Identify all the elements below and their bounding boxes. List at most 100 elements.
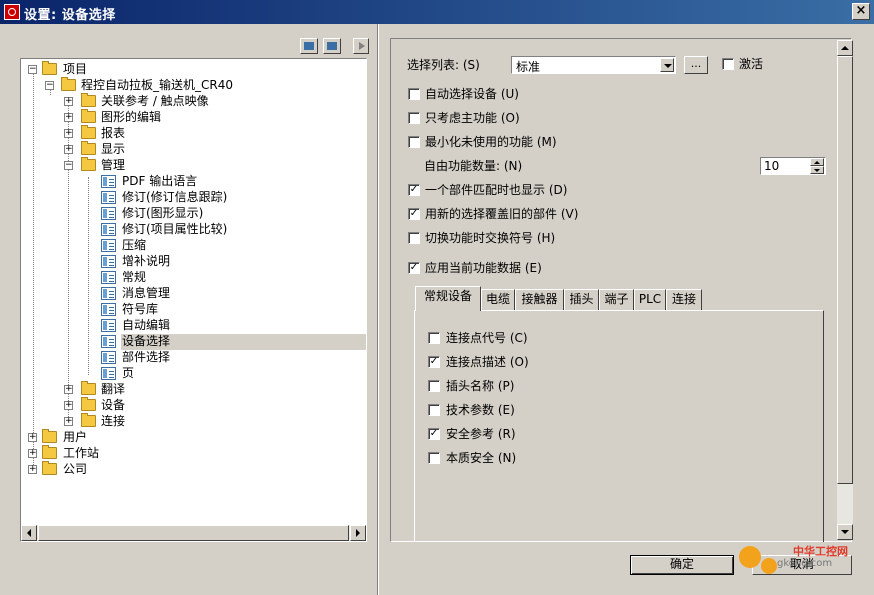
window-title: 设置: 设备选择	[24, 8, 116, 23]
scroll-left-button[interactable]	[21, 525, 37, 541]
expand-icon[interactable]: +	[64, 385, 73, 394]
tree-item-display[interactable]: + 显示	[21, 141, 366, 157]
app-icon	[4, 4, 20, 20]
settings-page-icon	[101, 271, 116, 284]
tree-item-device-selection[interactable]: 设备选择	[21, 333, 366, 349]
plug-name-checkbox[interactable]	[428, 380, 440, 392]
tree-item-pdf-language[interactable]: PDF 输出语言	[21, 173, 366, 189]
tree-next-button[interactable]	[323, 38, 341, 54]
scroll-down-button[interactable]	[837, 524, 853, 540]
tree-item-user[interactable]: + 用户	[21, 429, 366, 445]
tree-item-current-project[interactable]: − 程控自动拉板_输送机_CR40	[21, 77, 366, 93]
scroll-up-button[interactable]	[837, 40, 853, 56]
tree-item-page[interactable]: 页	[21, 365, 366, 381]
select-list-label: 选择列表: (S)	[407, 58, 480, 72]
scroll-right-button[interactable]	[350, 525, 366, 541]
tree-item-reports[interactable]: + 报表	[21, 125, 366, 141]
switch-symbol-checkbox[interactable]	[408, 232, 420, 244]
auto-select-checkbox[interactable]	[408, 88, 420, 100]
tab-plug[interactable]: 插头	[564, 289, 599, 310]
tree-item-company[interactable]: + 公司	[21, 461, 366, 477]
tree-horizontal-scrollbar[interactable]	[21, 525, 366, 541]
expand-icon[interactable]: +	[28, 465, 37, 474]
tab-contactor[interactable]: 接触器	[515, 289, 564, 310]
tree-item-general[interactable]: 常规	[21, 269, 366, 285]
ok-button[interactable]: 确定	[630, 555, 734, 575]
collapse-icon[interactable]: −	[45, 81, 54, 90]
activate-checkbox[interactable]	[722, 58, 734, 70]
expand-icon[interactable]: +	[64, 145, 73, 154]
tree-item-graphic-edit[interactable]: + 图形的编辑	[21, 109, 366, 125]
tab-connection[interactable]: 连接	[666, 289, 702, 310]
tree-item-connections[interactable]: + 连接	[21, 413, 366, 429]
settings-tree[interactable]: − 项目 − 程控自动拉板_输送机_CR40 + 关联参考 / 触点映像 + 图…	[20, 58, 367, 542]
check-icon: ✓	[409, 184, 419, 195]
tab-plc[interactable]: PLC	[634, 289, 666, 310]
settings-page-icon	[101, 367, 116, 380]
chevron-down-icon[interactable]	[660, 58, 674, 72]
arrow-right-icon	[356, 529, 360, 537]
folder-icon	[42, 445, 57, 459]
select-list-browse-button[interactable]: ...	[684, 56, 708, 74]
only-main-function-checkbox[interactable]	[408, 112, 420, 124]
scroll-thumb[interactable]	[837, 56, 853, 484]
settings-vertical-scrollbar[interactable]	[837, 40, 853, 540]
expand-icon[interactable]: +	[28, 449, 37, 458]
spin-up-icon[interactable]	[810, 158, 824, 166]
close-button[interactable]: ×	[852, 3, 870, 20]
tree-item-compress[interactable]: 压缩	[21, 237, 366, 253]
collapse-icon[interactable]: −	[64, 161, 73, 170]
connection-point-code-checkbox[interactable]	[428, 332, 440, 344]
tree-item-crossref[interactable]: + 关联参考 / 触点映像	[21, 93, 366, 109]
arrow-left-icon	[27, 529, 31, 537]
tree-item-project[interactable]: − 项目	[21, 61, 366, 77]
safety-reference-checkbox[interactable]: ✓	[428, 428, 440, 440]
collapse-icon[interactable]: −	[28, 65, 37, 74]
tree-prev-button[interactable]	[300, 38, 318, 54]
tree-item-auto-edit[interactable]: 自动编辑	[21, 317, 366, 333]
tree-item-part-selection[interactable]: 部件选择	[21, 349, 366, 365]
overwrite-parts-checkbox[interactable]: ✓	[408, 208, 420, 220]
settings-page-icon	[101, 319, 116, 332]
tree-item-revision-tracking[interactable]: 修订(修订信息跟踪)	[21, 189, 366, 205]
tree-item-management[interactable]: − 管理	[21, 157, 366, 173]
minimize-unused-checkbox[interactable]	[408, 136, 420, 148]
expand-icon[interactable]: +	[28, 433, 37, 442]
tree-item-symbol-library[interactable]: 符号库	[21, 301, 366, 317]
tree-item-revision-graphic[interactable]: 修订(图形显示)	[21, 205, 366, 221]
tree-item-message-management[interactable]: 消息管理	[21, 285, 366, 301]
settings-page-icon	[101, 335, 116, 348]
tab-cable[interactable]: 电缆	[481, 289, 515, 310]
tree-item-translation[interactable]: + 翻译	[21, 381, 366, 397]
expand-icon[interactable]: +	[64, 113, 73, 122]
intrinsic-safety-checkbox[interactable]	[428, 452, 440, 464]
tree-item-revision-compare[interactable]: 修订(项目属性比较)	[21, 221, 366, 237]
expand-icon[interactable]: +	[64, 129, 73, 138]
show-single-match-checkbox[interactable]: ✓	[408, 184, 420, 196]
tab-terminal[interactable]: 端子	[599, 289, 634, 310]
folder-icon	[81, 413, 96, 427]
settings-page-icon	[101, 239, 116, 252]
settings-page-icon	[101, 191, 116, 204]
watermark: 中华工控网 gkong.com	[735, 540, 865, 588]
tree-play-button[interactable]	[353, 38, 369, 54]
tree-item-devices[interactable]: + 设备	[21, 397, 366, 413]
scroll-thumb[interactable]	[38, 525, 349, 541]
plug-name-label: 插头名称 (P)	[446, 379, 515, 393]
free-count-spinner[interactable]: 10	[760, 157, 826, 175]
tree-item-workstation[interactable]: + 工作站	[21, 445, 366, 461]
tab-general-devices[interactable]: 常规设备	[415, 286, 481, 311]
folder-icon	[81, 157, 96, 171]
check-icon: ✓	[409, 208, 419, 219]
expand-icon[interactable]: +	[64, 97, 73, 106]
settings-page-icon	[101, 255, 116, 268]
expand-icon[interactable]: +	[64, 401, 73, 410]
tech-params-checkbox[interactable]	[428, 404, 440, 416]
apply-current-checkbox[interactable]: ✓	[408, 262, 420, 274]
expand-icon[interactable]: +	[64, 417, 73, 426]
select-list-dropdown[interactable]: 标准	[511, 56, 676, 74]
minimize-unused-label: 最小化未使用的功能 (M)	[425, 135, 557, 149]
spin-down-icon[interactable]	[810, 166, 824, 174]
connection-point-desc-checkbox[interactable]: ✓	[428, 356, 440, 368]
tree-item-supplementary[interactable]: 增补说明	[21, 253, 366, 269]
